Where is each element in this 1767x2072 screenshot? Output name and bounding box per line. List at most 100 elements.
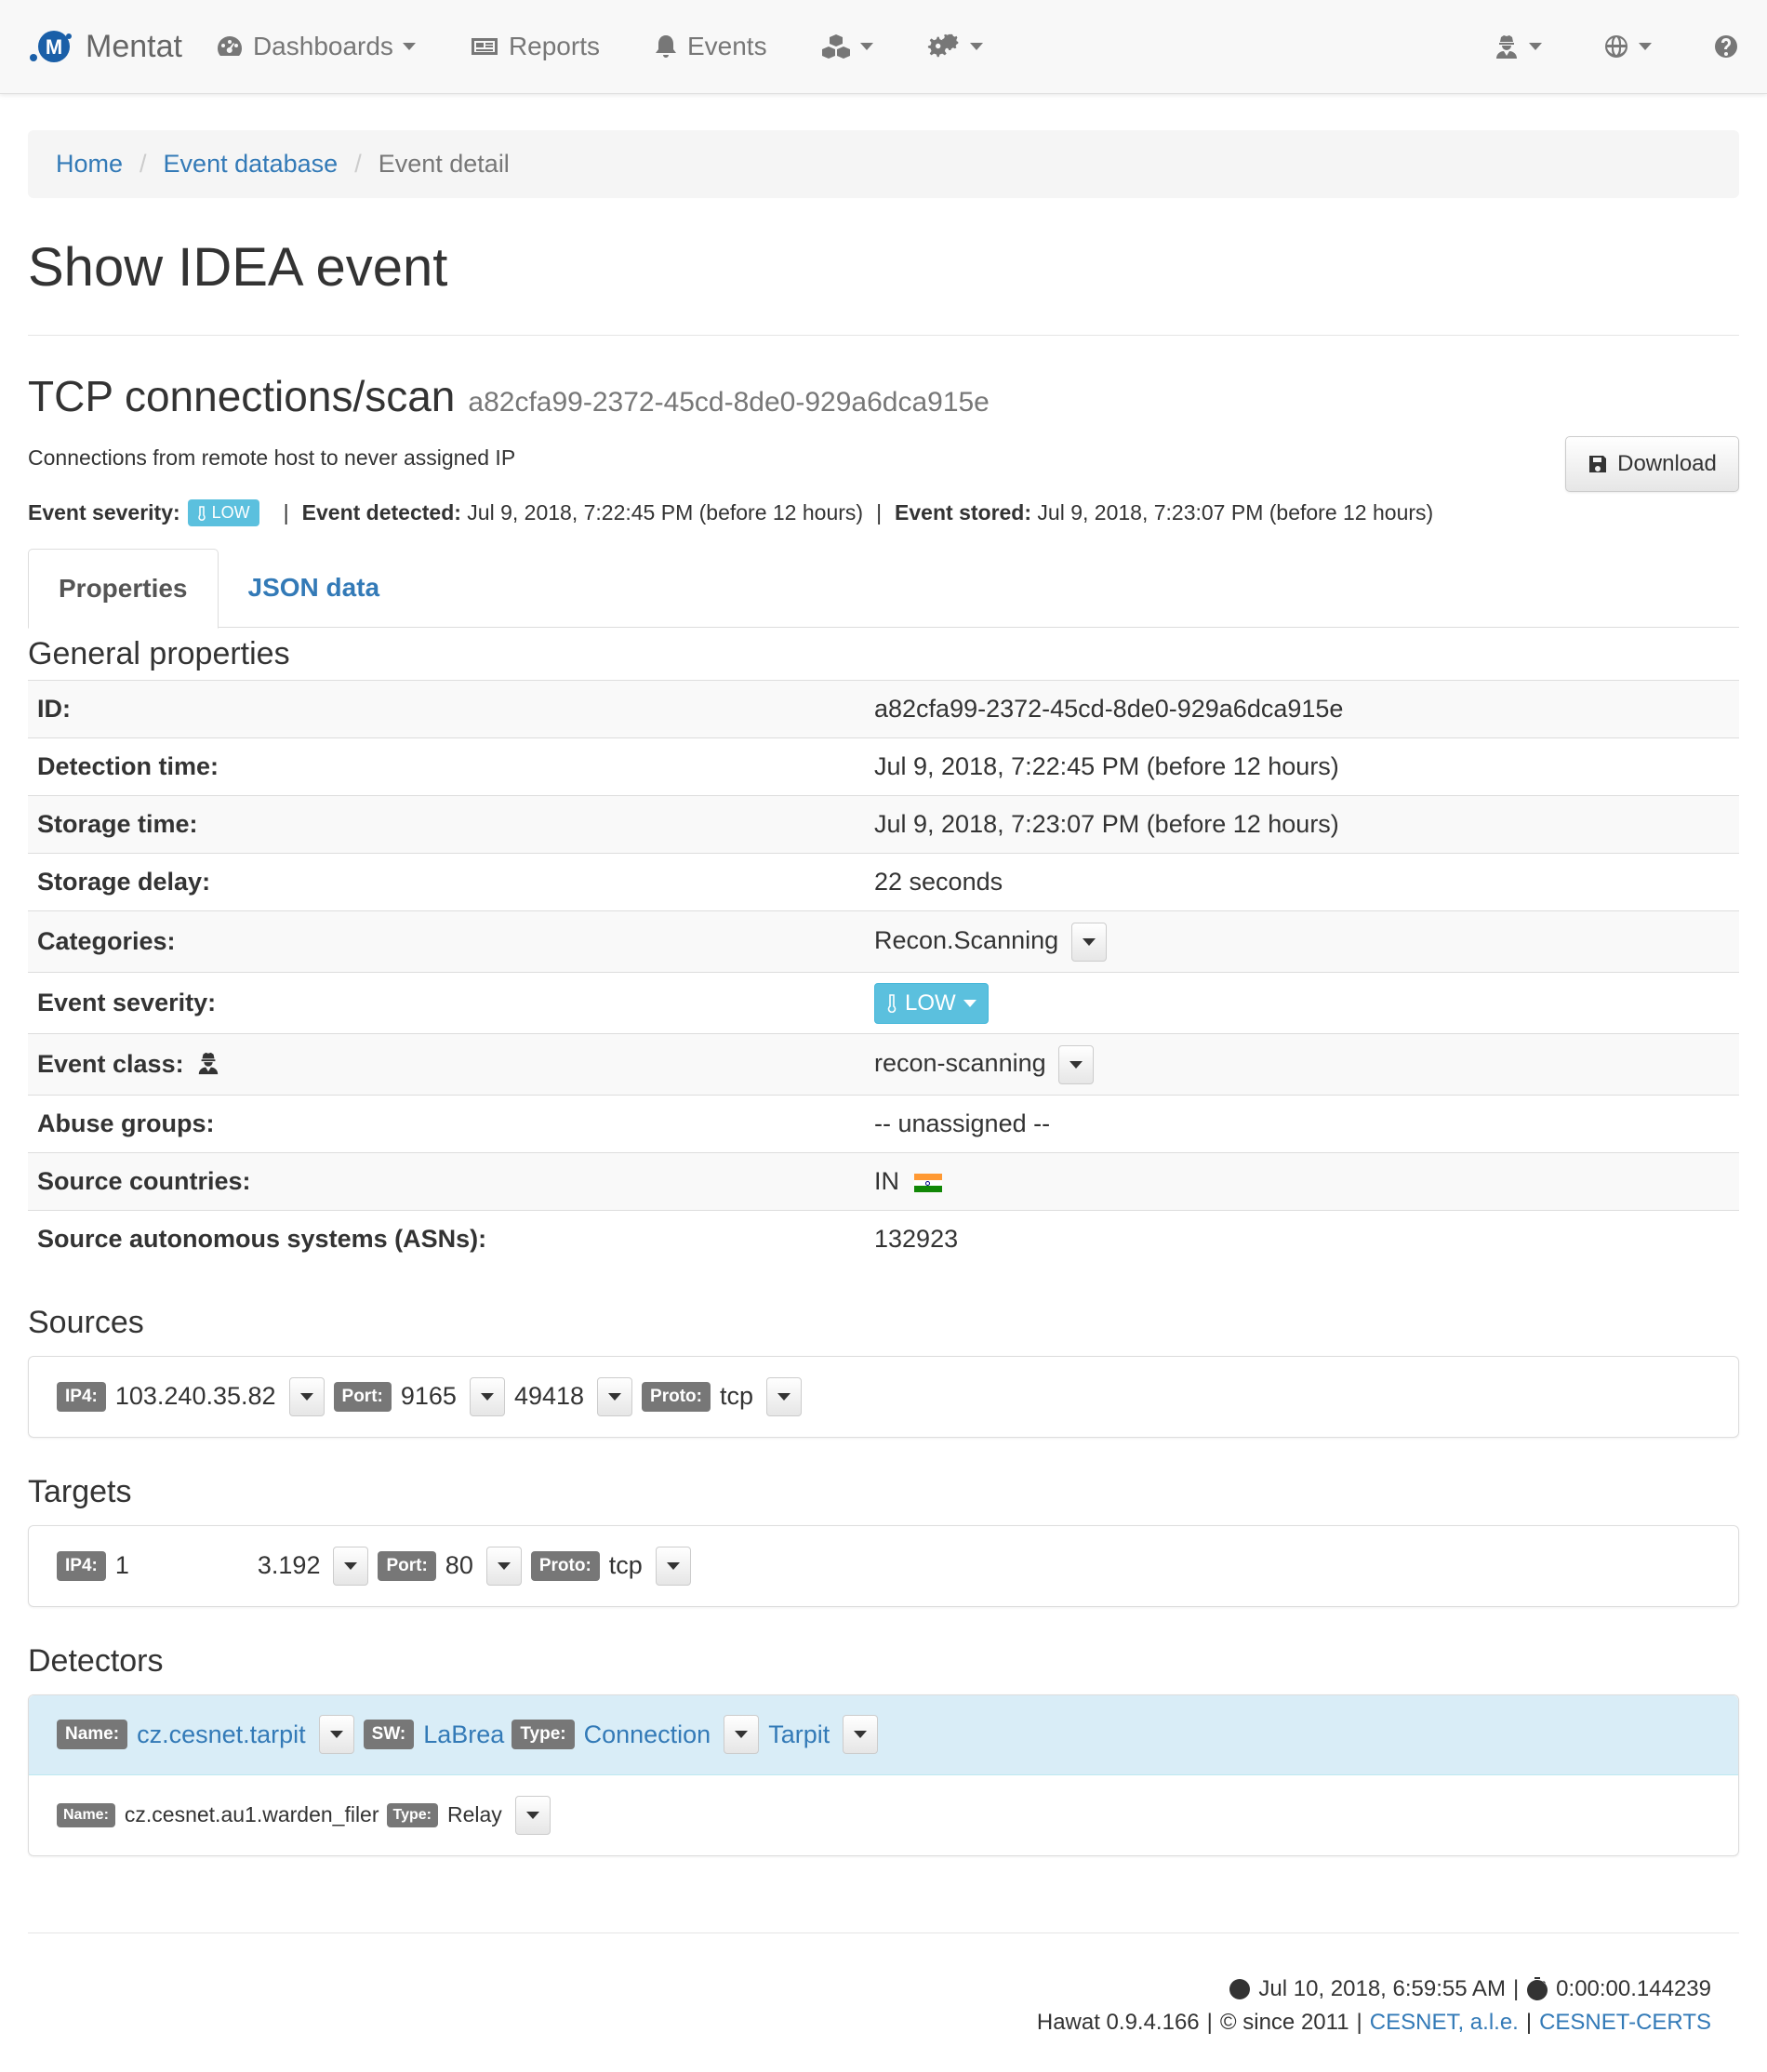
download-button[interactable]: Download	[1565, 436, 1739, 492]
nav-user-menu[interactable]	[1494, 33, 1542, 60]
footer-separator: |	[1512, 1975, 1520, 2001]
table-row: Categories: Recon.Scanning	[28, 910, 1739, 973]
breadcrumb-home[interactable]: Home	[56, 150, 123, 179]
stored-label: Event stored:	[895, 500, 1032, 525]
divider	[28, 335, 1739, 336]
nav-reports[interactable]: Reports	[470, 32, 600, 61]
source-port: 49418	[513, 1382, 585, 1410]
table-row: Storage delay: 22 seconds	[28, 853, 1739, 911]
detector-type-dropdown-button[interactable]	[514, 1795, 551, 1835]
detected-label: Event detected:	[301, 500, 461, 525]
target-ip4-dropdown-button[interactable]	[333, 1546, 369, 1586]
port-tag: Port:	[333, 1381, 392, 1412]
severity-badge: LOW	[187, 499, 259, 526]
table-row: Source countries: IN	[28, 1152, 1739, 1211]
tab-json-data[interactable]: JSON data	[219, 549, 410, 627]
general-properties-table: ID: a82cfa99-2372-45cd-8de0-929a6dca915e…	[28, 680, 1739, 1268]
severity-badge-text: LOW	[211, 503, 250, 522]
prop-label: ID:	[28, 680, 865, 738]
nav-dashboards[interactable]: Dashboards	[216, 32, 416, 61]
detector-name-dropdown-button[interactable]	[318, 1715, 354, 1754]
detector-type-dropdown-button[interactable]	[843, 1715, 879, 1754]
event-title: TCP connections/scan	[28, 372, 456, 420]
targets-title: Targets	[28, 1473, 132, 1509]
footer-certs-link[interactable]: CESNET-CERTS	[1539, 2006, 1711, 2039]
chevron-down-icon	[969, 43, 983, 50]
target-port-dropdown-button[interactable]	[485, 1546, 522, 1586]
detected-value: Jul 9, 2018, 7:22:45 PM (before 12 hours…	[467, 500, 864, 525]
nav-events[interactable]: Events	[654, 32, 767, 61]
nav-objects-menu[interactable]	[821, 33, 873, 60]
chevron-down-icon	[608, 1392, 622, 1401]
chevron-down-icon	[344, 1561, 358, 1570]
prop-label: Abuse groups:	[28, 1095, 865, 1153]
footer-duration: 0:00:00.144239	[1556, 1975, 1711, 2001]
breadcrumb-event-database[interactable]: Event database	[164, 150, 339, 179]
breadcrumb: Home / Event database / Event detail	[28, 130, 1739, 198]
footer-time: Jul 10, 2018, 6:59:55 AM	[1258, 1975, 1506, 2001]
svg-text:M: M	[46, 35, 62, 59]
nav-admin-menu[interactable]	[927, 33, 983, 60]
footer: Jul 10, 2018, 6:59:55 AM | 0:00:00.14423…	[0, 1972, 1767, 2039]
footer-separator: |	[1206, 2009, 1213, 2035]
thermometer-icon	[197, 505, 206, 521]
table-row: Event class: recon-scanning	[28, 1033, 1739, 1096]
brand[interactable]: M Mentat	[26, 28, 182, 65]
source-ip4-dropdown-button[interactable]	[288, 1376, 325, 1416]
severity-dropdown-button[interactable]: LOW	[874, 982, 989, 1024]
prop-value: 132923	[865, 1210, 1739, 1268]
india-flag-icon	[913, 1173, 942, 1192]
event-description: Connections from remote host to never as…	[28, 445, 516, 470]
type-tag: Type:	[386, 1802, 438, 1827]
save-icon	[1589, 456, 1607, 472]
sources-panel: IP4: 103.240.35.82 Port: 9165 49418 Prot…	[28, 1355, 1739, 1438]
prop-label: Categories:	[28, 910, 865, 973]
target-ip4-start: 1	[114, 1551, 129, 1579]
detector-type-link[interactable]: Tarpit	[768, 1720, 830, 1749]
help-icon	[1715, 35, 1737, 58]
detectors-panel: Name: cz.cesnet.tarpit SW: LaBrea Type: …	[28, 1693, 1739, 1856]
user-secret-icon	[198, 1052, 219, 1075]
detector-type-link[interactable]: Connection	[584, 1720, 711, 1749]
nav-events-label: Events	[686, 32, 767, 60]
source-proto-dropdown-button[interactable]	[766, 1376, 802, 1416]
download-label: Download	[1617, 451, 1717, 476]
class-dropdown-button[interactable]	[1058, 1044, 1095, 1084]
table-row: ID: a82cfa99-2372-45cd-8de0-929a6dca915e	[28, 680, 1739, 738]
nav-language-menu[interactable]	[1603, 33, 1652, 60]
proto-tag: Proto:	[642, 1381, 711, 1412]
prop-label: Storage time:	[28, 795, 865, 854]
prop-value-cell: IN	[865, 1152, 1739, 1211]
target-proto: tcp	[608, 1551, 643, 1579]
prop-value: -- unassigned --	[865, 1095, 1739, 1153]
source-port-dropdown-button[interactable]	[597, 1376, 633, 1416]
category-dropdown-button[interactable]	[1070, 922, 1107, 962]
detector-name-link[interactable]: cz.cesnet.tarpit	[137, 1720, 306, 1749]
chevron-down-icon	[854, 1731, 868, 1738]
detector-type-dropdown-button[interactable]	[724, 1715, 760, 1754]
chevron-down-icon	[480, 1392, 494, 1401]
target-proto-dropdown-button[interactable]	[655, 1546, 691, 1586]
footer-separator: |	[1356, 2009, 1362, 2035]
stored-value: Jul 9, 2018, 7:23:07 PM (before 12 hours…	[1037, 500, 1434, 525]
cubes-icon	[821, 34, 850, 59]
prop-label: Source countries:	[28, 1152, 865, 1211]
targets-body: IP4: 1 3.192 Port: 80 Proto: tcp	[29, 1526, 1738, 1606]
ip4-tag: IP4:	[57, 1550, 106, 1581]
prop-value-cell: Recon.Scanning	[865, 910, 1739, 973]
prop-value: Jul 9, 2018, 7:23:07 PM (before 12 hours…	[865, 795, 1739, 854]
footer-since: © since 2011	[1219, 2009, 1349, 2035]
port-tag: Port:	[378, 1550, 436, 1581]
meta-separator: |	[876, 500, 883, 525]
detector-sw-link[interactable]: LaBrea	[423, 1720, 504, 1749]
footer-cesnet-link[interactable]: CESNET, a.l.e.	[1370, 2006, 1519, 2039]
event-id: a82cfa99-2372-45cd-8de0-929a6dca915e	[468, 387, 990, 418]
chevron-down-icon	[735, 1731, 749, 1738]
chevron-down-icon	[666, 1561, 680, 1570]
tab-properties[interactable]: Properties	[28, 549, 219, 629]
nav-reports-label: Reports	[508, 32, 600, 60]
chevron-down-icon	[963, 999, 976, 1007]
ip4-tag: IP4:	[57, 1381, 106, 1412]
source-port-dropdown-button[interactable]	[469, 1376, 505, 1416]
nav-help[interactable]	[1713, 33, 1739, 60]
